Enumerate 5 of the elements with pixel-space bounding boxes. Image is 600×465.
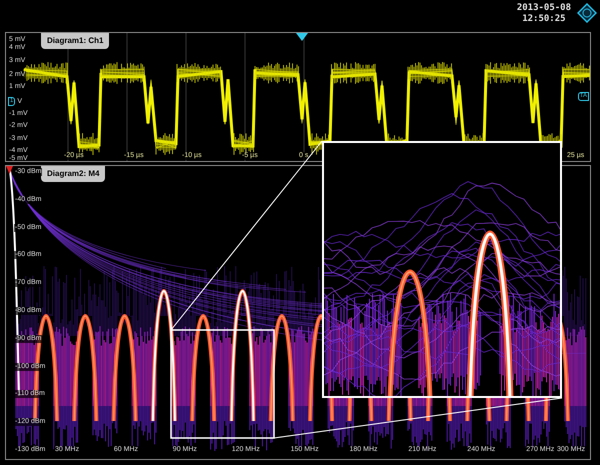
reference-level-marker-icon (6, 166, 13, 174)
date-text: 2013-05-08 (516, 3, 571, 14)
diamond-logo-icon (577, 3, 597, 23)
trigger-position-icon (296, 33, 308, 41)
time-text: 12:50:25 (522, 14, 566, 25)
